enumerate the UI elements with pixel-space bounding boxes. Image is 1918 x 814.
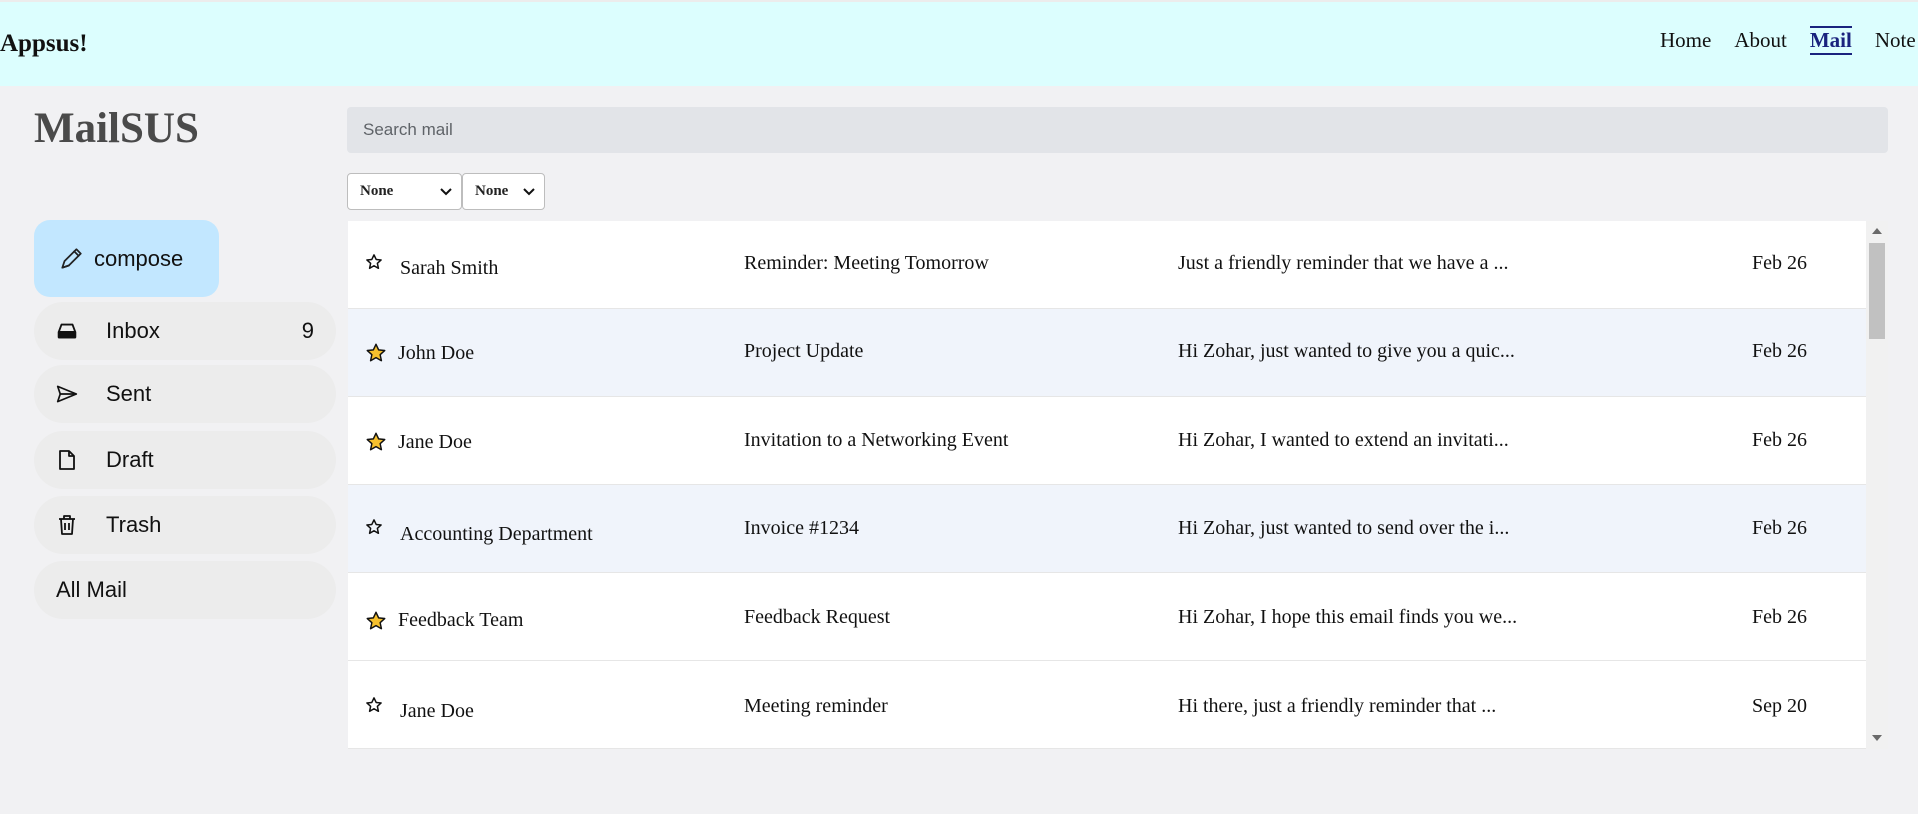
chevron-down-icon [440,188,452,196]
email-preview: Hi there, just a friendly reminder that … [1178,695,1497,717]
email-subject: Feedback Request [744,606,891,628]
email-subject: Invitation to a Networking Event [744,429,1009,451]
scrollbar-thumb[interactable] [1869,243,1885,339]
email-subject: Invoice #1234 [744,517,859,539]
email-subject: Meeting reminder [744,695,888,717]
sidebar-item-label: Inbox [106,318,160,343]
email-list-scrollbar[interactable] [1866,221,1888,749]
filter-select-2[interactable]: None [462,173,545,210]
email-list: Sarah Smith Reminder: Meeting Tomorrow J… [348,221,1866,749]
email-date: Feb 26 [1752,252,1807,274]
email-row[interactable]: Accounting Department Invoice #1234 Hi Z… [348,485,1866,573]
app-logo[interactable]: Appsus! [0,30,88,58]
star-outline-icon[interactable] [365,253,383,271]
inbox-unread-count: 9 [301,318,314,343]
trash-icon [56,514,78,536]
nav-link-about[interactable]: About [1734,28,1787,55]
email-row[interactable]: Sarah Smith Reminder: Meeting Tomorrow J… [348,221,1866,309]
email-preview: Hi Zohar, just wanted to send over the i… [1178,517,1510,539]
scroll-up-arrow-icon[interactable] [1872,227,1882,235]
email-date: Feb 26 [1752,340,1807,362]
star-outline-icon[interactable] [365,518,383,536]
email-date: Sep 20 [1752,695,1807,717]
sidebar-item-all-mail[interactable]: All Mail [34,561,336,619]
compose-button[interactable]: compose [34,220,219,297]
sidebar-item-label: Draft [106,447,154,472]
email-preview: Hi Zohar, I wanted to extend an invitati… [1178,429,1509,451]
star-outline-icon[interactable] [365,696,383,714]
email-row[interactable]: Feedback Team Feedback Request Hi Zohar,… [348,573,1866,661]
sidebar-item-sent[interactable]: Sent [34,365,336,423]
email-date: Feb 26 [1752,517,1807,539]
email-date: Feb 26 [1752,606,1807,628]
star-filled-icon[interactable] [365,610,387,632]
email-sender: Jane Doe [398,431,472,453]
email-preview: Hi Zohar, I hope this email finds you we… [1178,606,1518,628]
nav-link-home[interactable]: Home [1660,28,1711,55]
email-date: Feb 26 [1752,429,1807,451]
sidebar-item-inbox[interactable]: Inbox 9 [34,302,336,360]
filter-select-value: None [360,183,394,199]
main-nav: Home About Mail Note [1660,26,1916,55]
sidebar-item-trash[interactable]: Trash [34,496,336,554]
sidebar-item-label: Sent [106,381,152,406]
email-preview: Hi Zohar, just wanted to give you a quic… [1178,340,1515,362]
nav-link-note[interactable]: Note [1875,28,1916,55]
email-row[interactable]: Jane Doe Invitation to a Networking Even… [348,397,1866,485]
email-row[interactable]: Jane Doe Meeting reminder Hi there, just… [348,661,1866,749]
draft-file-icon [56,449,78,471]
nav-link-mail[interactable]: Mail [1809,26,1852,55]
sidebar-item-label: Trash [106,512,162,537]
filter-select-value: None [475,183,509,199]
email-sender: Feedback Team [398,609,524,631]
star-filled-icon[interactable] [365,431,387,453]
app-header: Appsus! Home About Mail Note [0,0,1918,86]
star-filled-icon[interactable] [365,342,387,364]
email-sender: Jane Doe [400,700,474,722]
sidebar-item-draft[interactable]: Draft [34,431,336,489]
sidebar-item-label: All Mail [56,577,127,602]
scroll-down-arrow-icon[interactable] [1872,734,1882,742]
inbox-icon [56,320,78,342]
chevron-down-icon [523,188,535,196]
filter-select-1[interactable]: None [347,173,462,210]
compose-label: compose [94,245,184,271]
email-sender: Sarah Smith [400,257,499,279]
pencil-icon [61,247,82,269]
email-sender: Accounting Department [400,523,593,545]
email-subject: Project Update [744,340,864,362]
send-icon [56,383,78,405]
email-preview: Just a friendly reminder that we have a … [1178,252,1509,274]
email-sender: John Doe [398,342,475,364]
mail-brand-title: MailSUS [34,105,199,152]
email-subject: Reminder: Meeting Tomorrow [744,252,989,274]
email-row[interactable]: John Doe Project Update Hi Zohar, just w… [348,309,1866,397]
search-input[interactable] [347,107,1888,153]
